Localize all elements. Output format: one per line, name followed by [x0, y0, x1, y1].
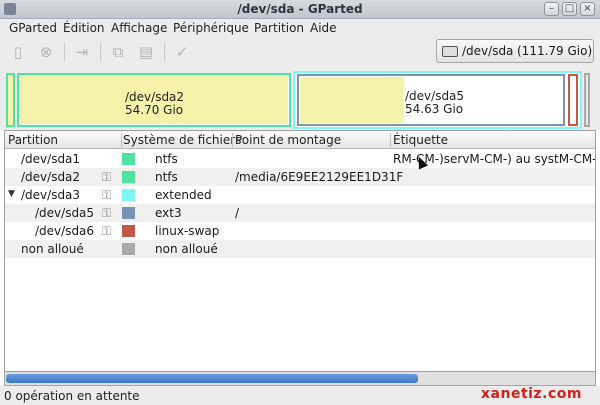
partition-name: /dev/sda3	[21, 188, 81, 202]
window-title: /dev/sda - GParted	[237, 2, 363, 16]
fs-color-swatch	[122, 225, 135, 237]
list-header: Partition Système de fichiers Point de m…	[5, 131, 595, 149]
diskmap-sda6[interactable]	[568, 74, 578, 126]
copy-icon[interactable]: ⧉	[109, 43, 127, 61]
key-icon: ⚿	[102, 170, 112, 184]
table-row[interactable]: non alloué non alloué	[5, 240, 595, 258]
toolbar-separator	[164, 43, 165, 61]
pending-operations-status: 0 opération en attente	[4, 389, 140, 403]
filesystem-name: ntfs	[155, 152, 178, 166]
delete-icon[interactable]: ⊗	[37, 43, 55, 61]
menu-bar: GParted Édition Affichage Périphérique P…	[0, 19, 600, 38]
column-separator	[232, 133, 233, 147]
horizontal-scrollbar[interactable]	[4, 372, 596, 386]
new-icon[interactable]: ▯	[9, 43, 27, 61]
device-selector[interactable]: /dev/sda (111.79 Gio)	[436, 39, 594, 63]
diskmap-sda2-size: 54.70 Gio	[125, 103, 184, 117]
key-icon: ⚿	[102, 188, 112, 202]
fs-color-swatch	[122, 153, 135, 165]
fs-color-swatch	[122, 243, 135, 255]
partition-name: /dev/sda6	[35, 224, 95, 238]
fs-color-swatch	[122, 189, 135, 201]
diskmap-sda5-size: 54.63 Gio	[405, 102, 464, 116]
col-mountpoint[interactable]: Point de montage	[235, 133, 341, 147]
minimize-button[interactable]: –	[544, 2, 559, 16]
fs-color-swatch	[122, 207, 135, 219]
diskmap-sda1[interactable]	[6, 73, 15, 127]
diskmap-sda2[interactable]: /dev/sda2 54.70 Gio	[17, 73, 291, 127]
partition-name: /dev/sda1	[21, 152, 81, 166]
key-icon: ⚿	[102, 224, 112, 238]
harddisk-icon	[442, 46, 458, 57]
title-bar: /dev/sda - GParted – □ ×	[0, 0, 600, 19]
column-separator	[390, 133, 391, 147]
mount-point: /media/6E9EE2129EE1D31F	[235, 170, 404, 184]
device-name: /dev/sda	[462, 44, 514, 58]
expander-arrow-icon[interactable]: ▼	[8, 189, 15, 199]
toolbar-separator	[100, 43, 101, 61]
filesystem-name: non alloué	[155, 242, 218, 256]
device-size: (111.79 Gio)	[517, 44, 593, 58]
apply-icon[interactable]: ✓	[173, 43, 191, 61]
maximize-button[interactable]: □	[562, 2, 577, 16]
resize-move-icon[interactable]: ⇥	[73, 43, 91, 61]
menu-aide[interactable]: Aide	[310, 21, 337, 35]
mount-point: /	[235, 206, 240, 220]
table-row[interactable]: ▼ /dev/sda3 ⚿ extended	[5, 186, 595, 204]
filesystem-name: extended	[155, 188, 212, 202]
partition-name: /dev/sda5	[35, 206, 95, 220]
scrollbar-thumb[interactable]	[6, 374, 418, 383]
watermark: xanetiz.com	[481, 386, 582, 402]
table-row[interactable]: /dev/sda6 ⚿ linux-swap	[5, 222, 595, 240]
filesystem-name: linux-swap	[155, 224, 220, 238]
paste-icon[interactable]: ▤	[137, 43, 155, 61]
partition-name: /dev/sda2	[21, 170, 81, 184]
menu-edition[interactable]: Édition	[63, 21, 105, 35]
menu-partition[interactable]: Partition	[254, 21, 304, 35]
col-partition[interactable]: Partition	[8, 133, 58, 147]
table-row[interactable]: /dev/sda1 ntfs RM-CM-)servM-CM-) au syst…	[5, 150, 595, 168]
filesystem-name: ntfs	[155, 170, 178, 184]
menu-affichage[interactable]: Affichage	[111, 21, 167, 35]
filesystem-name: ext3	[155, 206, 182, 220]
partition-name: non alloué	[21, 242, 84, 256]
col-label[interactable]: Étiquette	[393, 133, 448, 147]
partition-list: Partition Système de fichiers Point de m…	[4, 130, 596, 372]
column-separator	[121, 133, 122, 147]
diskmap-sda5-used	[300, 77, 404, 123]
fs-color-swatch	[122, 171, 135, 183]
key-icon: ⚿	[102, 206, 112, 220]
toolbar-separator	[64, 43, 65, 61]
close-button[interactable]: ×	[580, 2, 595, 16]
table-row[interactable]: /dev/sda2 ⚿ ntfs /media/6E9EE2129EE1D31F	[5, 168, 595, 186]
diskmap-sda5[interactable]: /dev/sda5 54.63 Gio	[297, 74, 565, 126]
disk-map: /dev/sda2 54.70 Gio /dev/sda5 54.63 Gio	[0, 68, 600, 130]
table-row[interactable]: /dev/sda5 ⚿ ext3 /	[5, 204, 595, 222]
menu-gparted[interactable]: GParted	[9, 21, 57, 35]
col-filesystem[interactable]: Système de fichiers	[123, 133, 241, 147]
menu-peripherique[interactable]: Périphérique	[173, 21, 249, 35]
diskmap-unallocated[interactable]	[584, 73, 590, 127]
